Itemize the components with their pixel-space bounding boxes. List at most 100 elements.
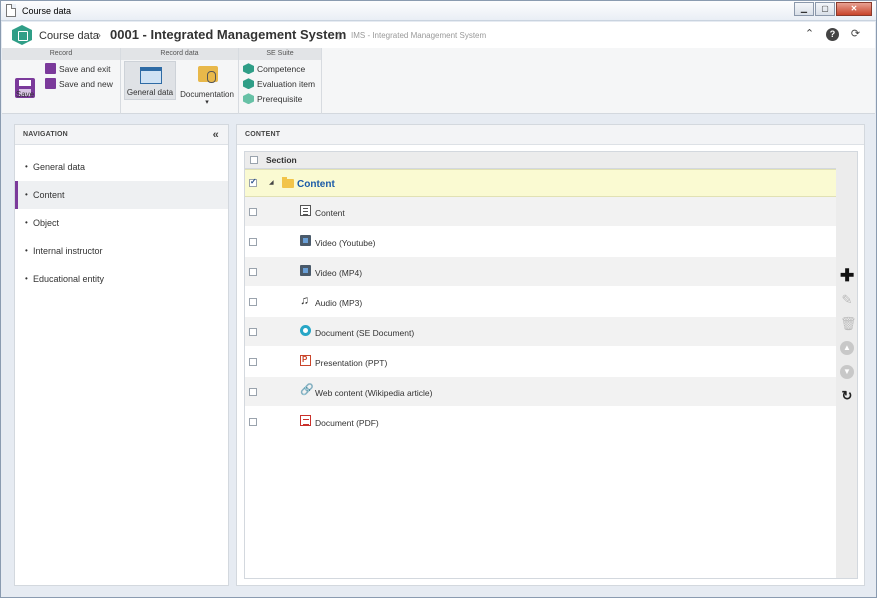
save-and-new-label: Save and new: [59, 79, 113, 89]
navigation-panel: NAVIGATION « General data Content Object…: [14, 124, 229, 586]
tree-root-label: Content: [297, 179, 335, 190]
nav-item-educational-entity[interactable]: Educational entity: [15, 265, 228, 293]
save-and-exit-button[interactable]: Save and exit: [45, 63, 111, 76]
row-label: Content: [315, 208, 345, 218]
content-icon: [300, 205, 311, 216]
row-checkbox[interactable]: [249, 268, 257, 276]
document-icon: [6, 4, 16, 17]
expand-collapse-icon[interactable]: ◢: [269, 179, 274, 186]
table-row[interactable]: 🔗 Web content (Wikipedia article): [245, 377, 836, 407]
row-label: Video (Youtube): [315, 238, 376, 248]
content-header: CONTENT: [237, 125, 864, 145]
pdf-icon: [300, 415, 311, 426]
table-row[interactable]: Content: [245, 197, 836, 227]
evaluation-item-label: Evaluation item: [257, 79, 316, 89]
maximize-button[interactable]: ▢: [815, 2, 835, 16]
move-up-icon[interactable]: ▲: [840, 341, 854, 355]
help-icon[interactable]: ?: [826, 28, 839, 41]
save-and-exit-label: Save and exit: [59, 64, 111, 74]
window: Course data ▁ ▢ ✕ Course data › 0001 - I…: [0, 0, 877, 598]
save-and-new-button[interactable]: Save and new: [45, 78, 113, 91]
section-grid: Section ◢ Content Content Video (Youtube…: [244, 151, 837, 579]
row-checkbox[interactable]: [249, 298, 257, 306]
collapse-header-icon[interactable]: ⌃: [803, 28, 816, 41]
evaluation-item-button[interactable]: Evaluation item: [243, 78, 315, 91]
prerequisite-icon: [243, 93, 254, 105]
folder-attachment-icon: [198, 66, 218, 83]
row-checkbox[interactable]: [249, 388, 257, 396]
window-icon: [140, 67, 162, 84]
audio-icon: ♫: [300, 293, 309, 307]
content-panel: CONTENT Section ◢ Content Content V: [236, 124, 865, 586]
row-label: Web content (Wikipedia article): [315, 388, 433, 398]
edit-icon[interactable]: ✎: [840, 293, 854, 307]
row-checkbox[interactable]: [249, 358, 257, 366]
tree-root-row[interactable]: ◢ Content: [245, 169, 836, 197]
nav-item-object[interactable]: Object: [15, 209, 228, 237]
general-data-button[interactable]: General data: [124, 61, 176, 100]
row-checkbox[interactable]: [249, 418, 257, 426]
page-title: 0001 - Integrated Management System: [110, 27, 347, 42]
breadcrumb-root[interactable]: Course data: [39, 30, 99, 42]
ribbon-separator: [321, 48, 322, 114]
ribbon-group-record-data: Record data: [121, 48, 239, 60]
row-label: Video (MP4): [315, 268, 363, 278]
save-label: Save: [15, 90, 35, 99]
add-icon[interactable]: ✚: [840, 267, 854, 284]
move-down-icon[interactable]: ▼: [840, 365, 854, 379]
table-row[interactable]: Document (SE Document): [245, 317, 836, 347]
row-label: Presentation (PPT): [315, 358, 388, 368]
table-row[interactable]: Video (Youtube): [245, 227, 836, 257]
save-exit-icon: [45, 63, 56, 75]
breadcrumb-separator: ›: [97, 28, 101, 42]
table-row[interactable]: ♫ Audio (MP3): [245, 287, 836, 317]
title-divider: |: [338, 30, 341, 40]
prerequisite-button[interactable]: Prerequisite: [243, 93, 302, 106]
prerequisite-label: Prerequisite: [257, 94, 303, 104]
collapse-panel-icon[interactable]: «: [213, 125, 219, 145]
row-checkbox[interactable]: [249, 177, 257, 187]
select-all-checkbox[interactable]: [250, 156, 258, 164]
save-new-icon: [45, 78, 56, 90]
minimize-button[interactable]: ▁: [794, 2, 814, 16]
se-document-icon: [300, 325, 311, 336]
window-title: Course data: [22, 6, 72, 16]
refresh-grid-icon[interactable]: ↻: [840, 389, 854, 403]
header: Course data › 0001 - Integrated Manageme…: [2, 22, 875, 48]
link-icon: 🔗: [300, 384, 314, 396]
column-section[interactable]: Section: [266, 152, 297, 169]
row-label: Document (SE Document): [315, 328, 415, 338]
evaluation-item-icon: [243, 78, 254, 90]
folder-icon: [282, 177, 294, 188]
nav-item-general-data[interactable]: General data: [15, 153, 228, 181]
competence-button[interactable]: Competence: [243, 63, 305, 76]
ribbon-group-se-suite: SE Suite: [239, 48, 322, 60]
row-label: Document (PDF): [315, 418, 379, 428]
competence-label: Competence: [257, 64, 306, 74]
ribbon-separator: [238, 48, 239, 114]
nav-item-content[interactable]: Content: [15, 181, 228, 209]
refresh-icon[interactable]: ⟳: [849, 28, 862, 41]
video-icon: [300, 265, 311, 276]
powerpoint-icon: [300, 355, 311, 366]
content-title: CONTENT: [245, 131, 281, 138]
row-checkbox[interactable]: [249, 238, 257, 246]
ribbon-toolbar: Record Record data SE Suite Save Save an…: [2, 48, 875, 114]
close-button[interactable]: ✕: [836, 2, 872, 16]
save-button[interactable]: Save: [2, 60, 48, 110]
ribbon-group-record: Record: [2, 48, 121, 60]
nav-item-internal-instructor[interactable]: Internal instructor: [15, 237, 228, 265]
general-data-label: General data: [126, 88, 174, 97]
row-checkbox[interactable]: [249, 208, 257, 216]
row-checkbox[interactable]: [249, 328, 257, 336]
competence-icon: [243, 63, 254, 75]
row-label: Audio (MP3): [315, 298, 363, 308]
chevron-down-icon: ▾: [205, 99, 209, 106]
table-row[interactable]: Presentation (PPT): [245, 347, 836, 377]
window-controls: ▁ ▢ ✕: [793, 2, 872, 16]
delete-icon[interactable]: 🗑: [840, 317, 857, 331]
table-row[interactable]: Document (PDF): [245, 407, 836, 437]
table-row[interactable]: Video (MP4): [245, 257, 836, 287]
page-subtitle: IMS - Integrated Management System: [351, 31, 487, 40]
